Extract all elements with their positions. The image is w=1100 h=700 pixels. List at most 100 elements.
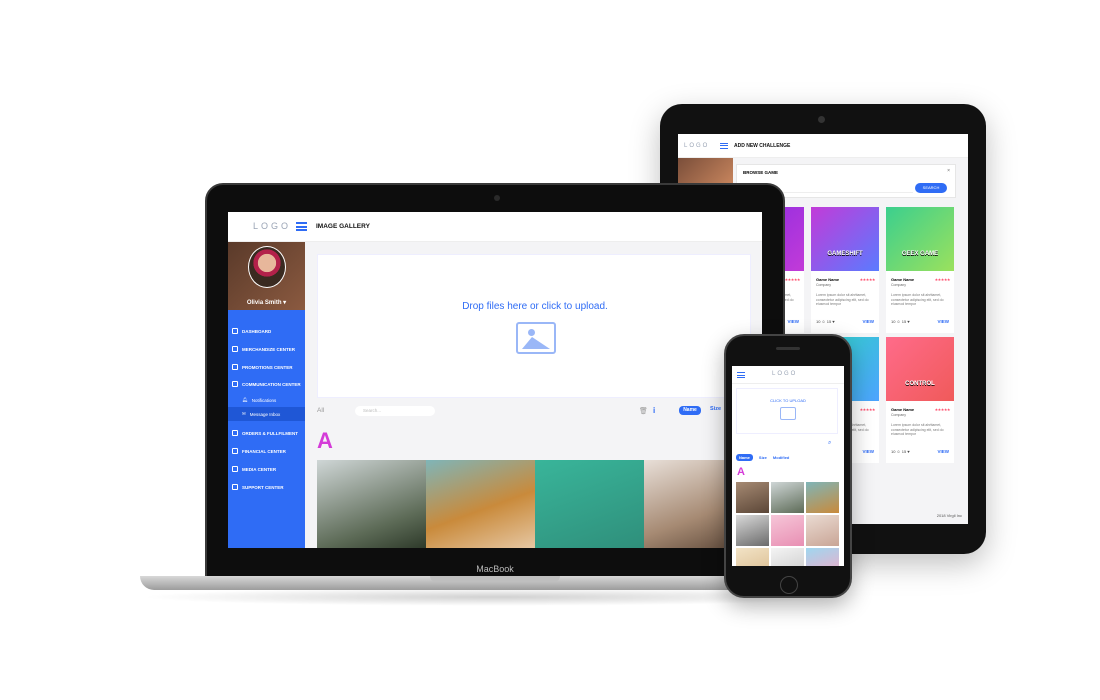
sort-size-button[interactable]: Size xyxy=(710,406,721,412)
sidebar-item-financial[interactable]: FINANCIAL CENTER xyxy=(232,448,286,454)
game-card-art xyxy=(886,207,954,271)
gallery-thumbnail[interactable] xyxy=(736,548,769,566)
game-meta: 10 ☺ 15 ♥ xyxy=(891,449,910,454)
tablet-footer: 2018 Virgil Inc xyxy=(936,513,962,518)
profile-panel: Olivia Smith ▾ xyxy=(228,242,305,310)
device-mockup-stage: LOGO ADD NEW CHALLENGE BROWSE GAME × SEL… xyxy=(0,0,1100,700)
sidebar-item-dashboard[interactable]: DASHBOARD xyxy=(232,328,271,334)
gallery-thumbnail[interactable] xyxy=(426,460,535,548)
store-icon xyxy=(232,346,238,352)
sidebar-item-communication[interactable]: COMMUNICATION CENTER xyxy=(232,381,301,387)
game-company: Company xyxy=(891,283,906,287)
mail-icon: ✉ xyxy=(242,411,246,416)
upload-dropzone[interactable]: Drop files here or click to upload. xyxy=(317,254,751,398)
game-description: Lorem ipsum dolor sit ahrttamet, consect… xyxy=(816,293,869,306)
game-card[interactable]: GAMESHIFT Game Name Company ★★★★★ Lorem … xyxy=(811,207,879,333)
laptop-logo: LOGO xyxy=(253,221,292,231)
sidebar: Olivia Smith ▾ DASHBOARD MERCHANDIZE CEN… xyxy=(228,242,305,548)
game-card[interactable]: GEEX GAME Game Name Company ★★★★★ Lorem … xyxy=(886,207,954,333)
gallery-thumbnail[interactable] xyxy=(317,460,426,548)
rating-stars: ★★★★★ xyxy=(784,277,801,282)
sidebar-item-label: MERCHANDIZE CENTER xyxy=(242,346,296,352)
lifebuoy-icon xyxy=(232,484,238,490)
phone-device: LOGO CLICK TO UPLOAD ⌕ Name Size Modifie… xyxy=(724,334,852,598)
game-description: Lorem ipsum dolor sit ahrttamet, consect… xyxy=(891,423,944,436)
gallery-thumbnail[interactable] xyxy=(806,548,839,566)
gallery-thumbnail[interactable] xyxy=(806,482,839,513)
sidebar-subitem-notifications[interactable]: 🔔︎ Notifications xyxy=(228,393,305,407)
user-name-dropdown[interactable]: Olivia Smith ▾ xyxy=(228,299,305,306)
gallery-thumbnail[interactable] xyxy=(771,515,804,546)
grid-icon xyxy=(232,328,238,334)
gallery-thumbnail[interactable] xyxy=(771,548,804,566)
hamburger-menu-icon[interactable] xyxy=(737,372,745,378)
hamburger-menu-icon[interactable] xyxy=(720,142,728,149)
hamburger-menu-icon[interactable] xyxy=(296,222,307,231)
filter-all[interactable]: All xyxy=(317,407,324,414)
gallery-thumbnail[interactable] xyxy=(535,460,644,548)
sort-tabs: Name Size Modified xyxy=(736,454,789,461)
sidebar-subitem-label: Notifications xyxy=(251,397,277,403)
sidebar-subitem-inbox[interactable]: ✉ Message Inbox xyxy=(228,407,305,421)
phone-screen: LOGO CLICK TO UPLOAD ⌕ Name Size Modifie… xyxy=(732,366,844,566)
home-button[interactable] xyxy=(780,576,798,594)
list-icon xyxy=(232,430,238,436)
rating-stars: ★★★★★ xyxy=(934,407,951,412)
view-link[interactable]: VIEW xyxy=(787,319,799,324)
sort-name-button[interactable]: Name xyxy=(736,454,753,461)
laptop-notch xyxy=(430,576,560,582)
sort-modified-button[interactable]: Modified xyxy=(773,455,789,460)
search-icon[interactable]: ⌕ xyxy=(828,440,831,447)
laptop-screen: LOGO IMAGE GALLERY Olivia Smith ▾ DASHBO… xyxy=(228,212,762,548)
megaphone-icon xyxy=(232,364,238,370)
sidebar-subitem-label: Message Inbox xyxy=(249,411,281,417)
rating-stars: ★★★★★ xyxy=(934,277,951,282)
sidebar-item-label: FINANCIAL CENTER xyxy=(242,448,286,454)
sidebar-item-promotions[interactable]: PROMOTIONS CENTER xyxy=(232,364,293,370)
upload-text: CLICK TO UPLOAD xyxy=(770,398,806,403)
sort-name-button[interactable]: Name xyxy=(679,406,701,415)
image-icon xyxy=(780,407,796,420)
sidebar-item-media[interactable]: MEDIA CENTER xyxy=(232,466,276,472)
bell-icon: 🔔︎ xyxy=(242,397,248,402)
gallery-thumbnail[interactable] xyxy=(736,515,769,546)
game-card[interactable]: CONTROL Game Name Company ★★★★★ Lorem ip… xyxy=(886,337,954,463)
game-meta: 10 ☺ 15 ♥ xyxy=(891,319,910,324)
sidebar-item-support[interactable]: SUPPORT CENTER xyxy=(232,484,284,490)
dropzone-text: Drop files here or click to upload. xyxy=(462,301,608,312)
game-name: Game Name xyxy=(891,277,915,282)
group-letter: A xyxy=(737,466,745,478)
sidebar-item-merchandize[interactable]: MERCHANDIZE CENTER xyxy=(232,346,295,352)
rating-stars: ★★★★★ xyxy=(859,277,876,282)
main-content: Drop files here or click to upload. All … xyxy=(305,242,762,548)
trash-icon[interactable]: 🗑︎ xyxy=(639,407,648,415)
game-name: Game Name xyxy=(816,277,840,282)
view-link[interactable]: VIEW xyxy=(862,319,874,324)
view-link[interactable]: VIEW xyxy=(937,319,949,324)
upload-dropzone[interactable]: CLICK TO UPLOAD xyxy=(736,388,838,434)
broadcast-icon xyxy=(232,466,238,472)
gallery-thumbnail[interactable] xyxy=(771,482,804,513)
game-logo-text: GAMESHIFT xyxy=(827,251,863,257)
laptop-brand: MacBook xyxy=(476,564,514,574)
info-icon[interactable]: i xyxy=(653,406,655,415)
sort-size-button[interactable]: Size xyxy=(759,455,767,460)
view-link[interactable]: VIEW xyxy=(862,449,874,454)
search-input[interactable]: Search... xyxy=(355,406,435,416)
game-logo-text: GEEX GAME xyxy=(901,251,939,257)
game-name: Game Name xyxy=(891,407,915,412)
game-card-art xyxy=(886,337,954,401)
game-company: Company xyxy=(816,283,831,287)
close-icon[interactable]: × xyxy=(947,168,950,174)
sidebar-item-orders[interactable]: ORDERS & FULLFILMENT xyxy=(232,430,298,436)
gallery-thumbnail[interactable] xyxy=(736,482,769,513)
tablet-header: LOGO ADD NEW CHALLENGE xyxy=(678,134,968,158)
modal-title: BROWSE GAME xyxy=(743,170,779,175)
image-icon xyxy=(516,322,556,354)
view-link[interactable]: VIEW xyxy=(937,449,949,454)
gallery-thumbnail[interactable] xyxy=(806,515,839,546)
search-button[interactable]: SEARCH xyxy=(915,183,947,193)
game-description: Lorem ipsum dolor sit ahrttamet, consect… xyxy=(891,293,944,306)
tablet-camera xyxy=(818,116,825,123)
laptop-header: LOGO IMAGE GALLERY xyxy=(228,212,762,242)
